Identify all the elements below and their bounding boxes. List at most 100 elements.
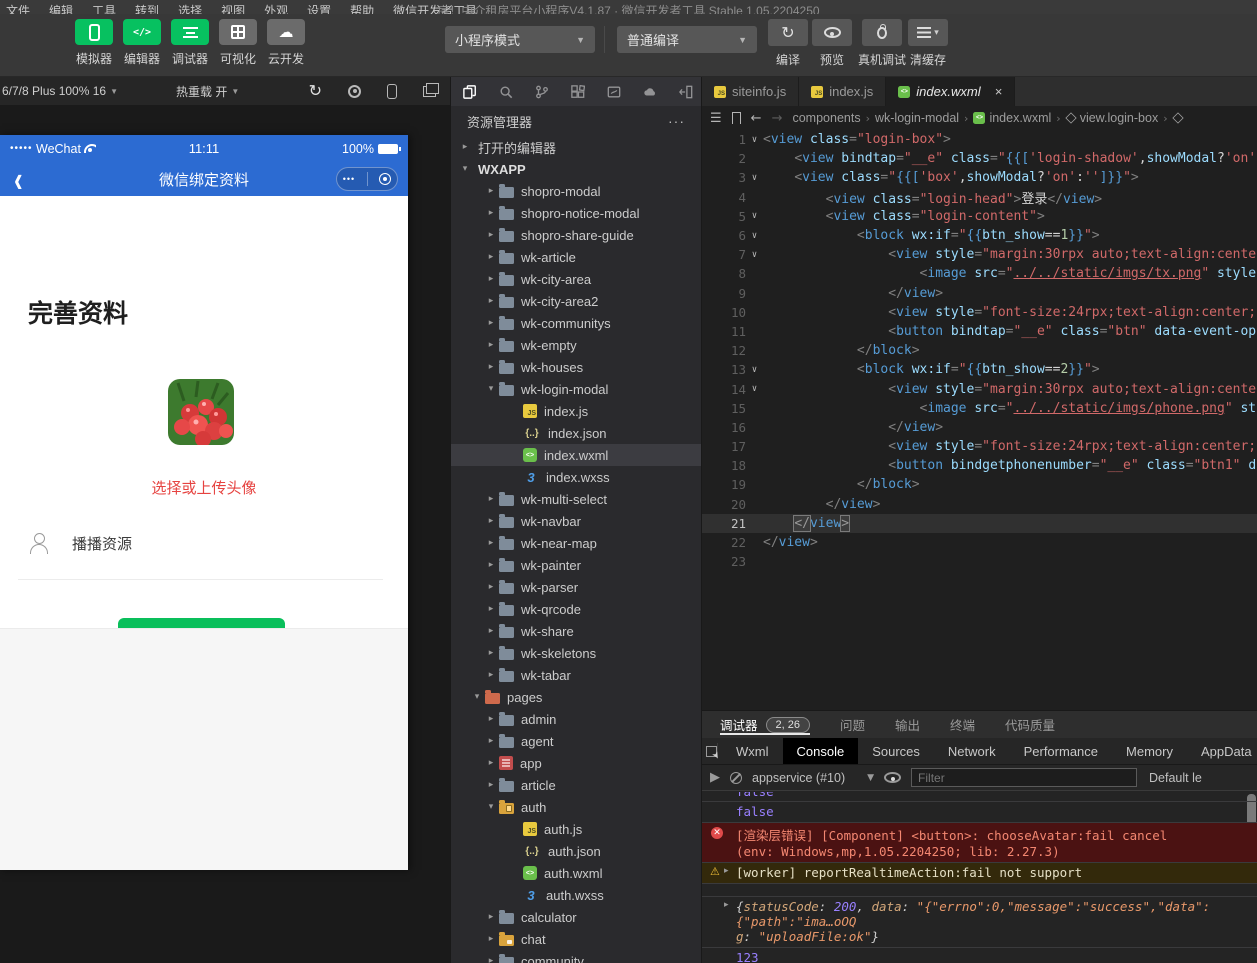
chevron-right-icon[interactable]: ▸ [485,516,497,526]
tree-item-wk-painter[interactable]: ▸wk-painter [451,554,701,576]
tree-item-pages[interactable]: ▾pages [451,686,701,708]
avatar-upload-link[interactable]: 选择或上传头像 [0,477,408,498]
breadcrumb-item-wk-login-modal[interactable]: wk-login-modal [875,111,959,125]
exit-icon[interactable] [379,173,391,185]
clear-console-icon[interactable] [730,772,742,784]
chevron-right-icon[interactable]: ▸ [485,626,497,636]
breadcrumb-item-index.wxml[interactable]: <>index.wxml [973,111,1051,125]
tree-item-wk-share[interactable]: ▸wk-share [451,620,701,642]
tune-button[interactable] [171,19,209,45]
debug-tab-调试器[interactable]: 调试器2, 26 [720,711,810,738]
chevron-right-icon[interactable]: ▸ [485,186,497,196]
more-icon[interactable]: ••• [343,174,355,184]
tree-item-chat[interactable]: ▸chat [451,928,701,950]
tree-item-auth.json[interactable]: {..}auth.json [451,840,701,862]
debug-tab-输出[interactable]: 输出 [895,711,920,738]
编译-button[interactable]: ↻ [768,19,808,46]
chevron-down-icon[interactable]: ▾ [485,802,497,812]
tree-item-wk-city-area2[interactable]: ▸wk-city-area2 [451,290,701,312]
tree-item-index.js[interactable]: JSindex.js [451,400,701,422]
tree-item-wk-houses[interactable]: ▸wk-houses [451,356,701,378]
chevron-right-icon[interactable]: ▸ [485,736,497,746]
chevron-right-icon[interactable]: ▸ [485,582,497,592]
devtools-tab-Sources[interactable]: Sources [858,738,934,764]
devtools-tab-Memory[interactable]: Memory [1112,738,1187,764]
chevron-right-icon[interactable]: ▸ [485,604,497,614]
tree-item-wk-login-modal[interactable]: ▾wk-login-modal [451,378,701,400]
tree-item-WXAPP[interactable]: ▾WXAPP [451,158,701,180]
tree-item-app[interactable]: ▸app [451,752,701,774]
chevron-right-icon[interactable]: ▸ [485,670,497,680]
tree-item-shopro-modal[interactable]: ▸shopro-modal [451,180,701,202]
outline-icon[interactable]: ☰ [710,111,722,126]
tree-item-index.json[interactable]: {..}index.json [451,422,701,444]
chevron-right-icon[interactable]: ▸ [485,296,497,306]
debug-tab-问题[interactable]: 问题 [840,711,865,738]
tree-item-index.wxss[interactable]: 3index.wxss [451,466,701,488]
tree-item-calculator[interactable]: ▸calculator [451,906,701,928]
tree-item-agent[interactable]: ▸agent [451,730,701,752]
mode-dropdown[interactable]: 小程序模式 ▼ [445,26,595,53]
清缓存-button[interactable]: ▾ [908,19,948,46]
devtools-tab-Wxml[interactable]: Wxml [722,738,783,764]
fold-icon[interactable]: ∨ [746,135,763,145]
inspect-icon[interactable] [706,743,718,759]
预览-button[interactable] [812,19,852,46]
tree-item-auth.js[interactable]: JSauth.js [451,818,701,840]
devtools-tab-Console[interactable]: Console [783,738,859,764]
tree-item-admin[interactable]: ▸admin [451,708,701,730]
cloud-icon[interactable] [643,85,657,99]
chevron-right-icon[interactable]: ▸ [485,252,497,262]
chevron-right-icon[interactable]: ▸ [485,560,497,570]
expand-icon[interactable]: ▸ [724,866,729,876]
chevron-right-icon[interactable]: ▸ [485,318,497,328]
tree-item-打开的编辑器[interactable]: ▸打开的编辑器 [451,136,701,158]
tree-item-shopro-share-guide[interactable]: ▸shopro-share-guide [451,224,701,246]
chevron-right-icon[interactable]: ▸ [485,912,497,922]
expand-icon[interactable]: ▸ [724,900,729,910]
code-editor[interactable]: 1∨<view class="login-box">2 <view bindta… [702,130,1257,710]
tree-item-wk-navbar[interactable]: ▸wk-navbar [451,510,701,532]
chevron-right-icon[interactable]: ▸ [485,934,497,944]
tree-item-community[interactable]: ▸community [451,950,701,963]
tree-item-wk-skeletons[interactable]: ▸wk-skeletons [451,642,701,664]
cloud-button[interactable]: ☁ [267,19,305,45]
phone-device-button[interactable] [75,19,113,45]
device-selector[interactable]: 6/7/8 Plus 100% 16 [2,84,106,98]
eye-icon[interactable] [884,772,901,783]
detach-window-icon[interactable] [423,86,436,97]
chevron-right-icon[interactable]: ▸ [485,538,497,548]
files-icon[interactable] [463,85,477,99]
tree-item-wk-multi-select[interactable]: ▸wk-multi-select [451,488,701,510]
tree-item-wk-qrcode[interactable]: ▸wk-qrcode [451,598,701,620]
tree-item-wk-empty[interactable]: ▸wk-empty [451,334,701,356]
tree-item-auth.wxss[interactable]: 3auth.wxss [451,884,701,906]
fold-icon[interactable]: ∨ [746,384,763,394]
log-level-dropdown[interactable]: Default le [1149,771,1202,785]
tree-item-index.wxml[interactable]: <>index.wxml [451,444,701,466]
fold-icon[interactable]: ∨ [746,365,763,375]
tree-item-shopro-notice-modal[interactable]: ▸shopro-notice-modal [451,202,701,224]
device-view-icon[interactable] [387,84,397,99]
restart-icon[interactable]: ↻ [309,83,322,99]
debug-tab-代码质量[interactable]: 代码质量 [1005,711,1055,738]
source-control-icon[interactable] [535,85,549,99]
chevron-right-icon[interactable]: ▸ [485,956,497,963]
chevron-right-icon[interactable]: ▸ [485,340,497,350]
console-log[interactable]: falsefalse✕[渲染层错误] [Component] <button>:… [702,792,1257,963]
bookmark-icon[interactable] [732,112,741,124]
collapse-sidebar-icon[interactable] [679,85,693,99]
search-icon[interactable] [499,85,513,99]
chevron-right-icon[interactable]: ▸ [459,142,471,152]
record-icon[interactable] [348,85,361,98]
devtools-tab-Performance[interactable]: Performance [1010,738,1112,764]
tab-index.js[interactable]: JSindex.js [799,77,886,106]
fold-icon[interactable]: ∨ [746,173,763,183]
chevron-right-icon[interactable]: ▸ [485,274,497,284]
chevron-down-icon[interactable]: ▾ [459,164,471,174]
nav-back-icon[interactable]: ← [751,111,762,126]
grid-button[interactable] [219,19,257,45]
npm-icon[interactable] [607,85,621,99]
filter-input[interactable] [911,768,1137,787]
fold-icon[interactable]: ∨ [746,211,763,221]
